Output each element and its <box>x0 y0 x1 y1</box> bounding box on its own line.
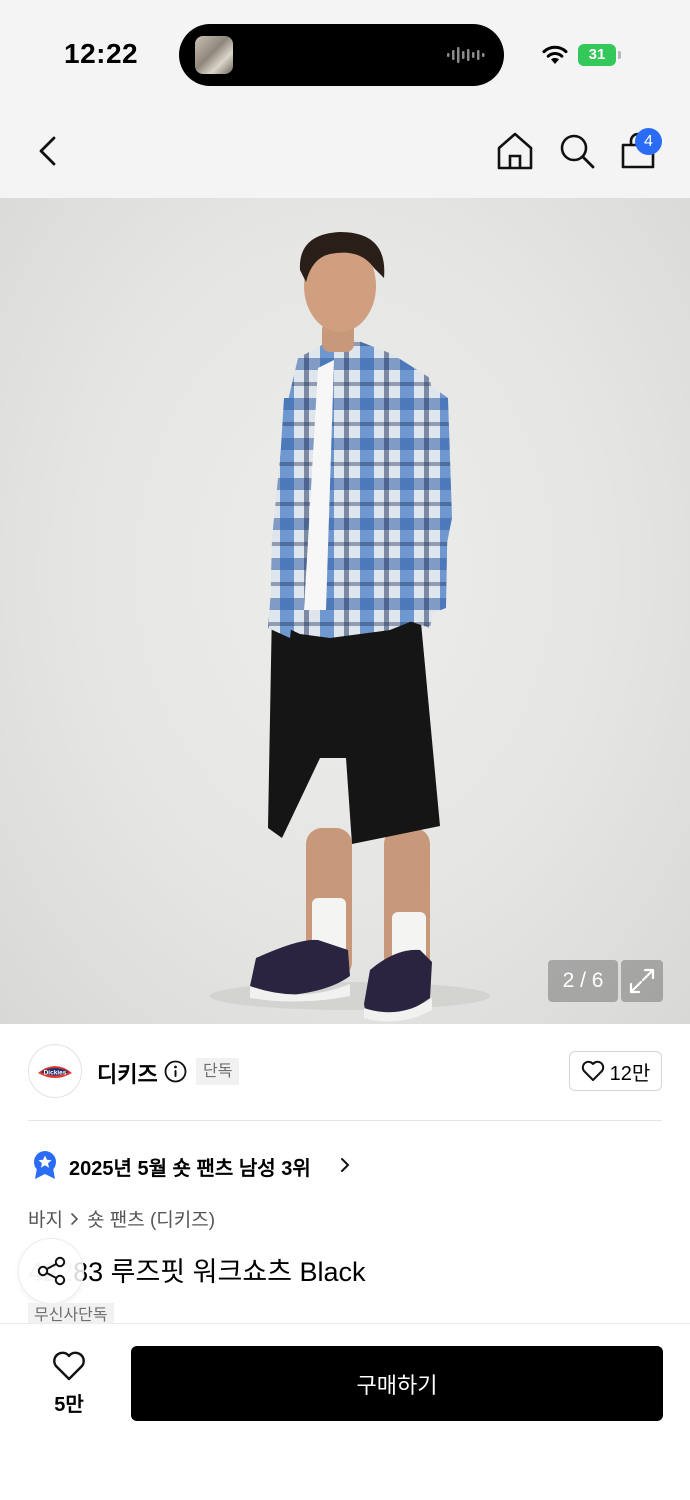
brand-like-count: 12만 <box>609 1062 651 1085</box>
brand-logo[interactable]: Dickies <box>28 1044 82 1098</box>
wishlist-button[interactable]: 5만 <box>36 1346 102 1416</box>
dynamic-island[interactable] <box>179 24 504 86</box>
heart-icon <box>53 1351 85 1381</box>
divider <box>28 1120 662 1121</box>
chevron-right-icon <box>71 1212 79 1225</box>
status-time: 12:22 <box>64 38 139 69</box>
cart-count-badge: 4 <box>635 128 662 155</box>
expand-image-button[interactable] <box>621 960 663 1002</box>
category-breadcrumb: 바지 숏 팬츠 (디키즈) <box>28 1205 215 1232</box>
wishlist-count: 5만 <box>54 1394 84 1416</box>
rank-badge-icon <box>34 1151 56 1179</box>
buy-button[interactable]: 구매하기 <box>131 1346 663 1421</box>
info-icon[interactable] <box>164 1060 187 1083</box>
wifi-icon <box>542 45 568 64</box>
home-icon[interactable] <box>494 130 536 172</box>
model-photo <box>210 232 490 1022</box>
ranking-link[interactable]: 2025년 5월 숏 팬츠 남성 3위 <box>69 1152 311 1181</box>
back-icon[interactable] <box>28 130 70 172</box>
exclusive-tag: 단독 <box>196 1058 240 1085</box>
share-icon <box>37 1256 66 1286</box>
product-title-visible: 83 루즈핏 워크쇼츠 Black <box>73 1257 366 1287</box>
svg-text:Dickies: Dickies <box>44 1070 67 1077</box>
heart-icon <box>581 1060 604 1081</box>
top-nav-bar: 4 <box>0 104 690 198</box>
chevron-right-icon <box>341 1158 349 1172</box>
audio-wave-icon <box>447 47 485 63</box>
battery-indicator: 31 <box>578 44 616 66</box>
search-icon[interactable] <box>556 130 598 172</box>
status-bar: 12:22 31 <box>0 0 690 104</box>
category-child[interactable]: 숏 팬츠 (디키즈) <box>87 1205 215 1232</box>
battery-level: 31 <box>588 46 606 63</box>
brand-like-button[interactable]: 12만 <box>569 1051 662 1091</box>
dickies-logo-icon: Dickies <box>38 1066 72 1078</box>
now-playing-thumbnail <box>195 36 233 74</box>
gallery-counter: 2 / 6 <box>548 960 618 1002</box>
product-image[interactable] <box>0 198 690 1024</box>
battery-tip <box>618 51 621 59</box>
brand-name[interactable]: 디키즈 <box>97 1057 158 1089</box>
expand-icon <box>629 968 655 994</box>
share-button[interactable] <box>18 1238 84 1304</box>
category-parent[interactable]: 바지 <box>28 1205 63 1232</box>
